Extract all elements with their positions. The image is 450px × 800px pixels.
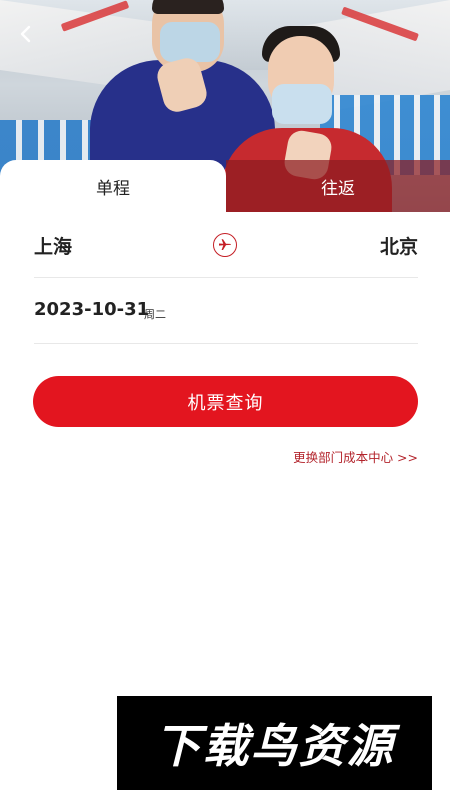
- search-flights-label: 机票查询: [187, 392, 264, 414]
- crew-member-1-mask: [160, 22, 220, 62]
- trip-type-tabs: 往返 单程: [0, 160, 450, 212]
- departure-date-field[interactable]: 2023-10-31 周二: [34, 277, 418, 344]
- back-button[interactable]: [12, 20, 40, 48]
- tab-one-way-label: 单程: [96, 178, 130, 199]
- crew-member-1-hair: [152, 0, 224, 14]
- change-cost-center-link[interactable]: 更换部门成本中心 >>: [293, 447, 418, 466]
- watermark-text: 下载鸟资源: [154, 719, 395, 773]
- departure-weekday: 周二: [144, 308, 166, 321]
- route-row: 上海 北京: [34, 212, 418, 278]
- tab-one-way[interactable]: 单程: [0, 160, 226, 212]
- departure-city[interactable]: 上海: [34, 232, 72, 259]
- plane-icon: [219, 239, 231, 250]
- arrival-city[interactable]: 北京: [380, 232, 418, 259]
- watermark-logo: 下载鸟资源: [117, 696, 432, 790]
- swap-cities-button[interactable]: [213, 233, 237, 257]
- crew-member-2-mask: [272, 84, 332, 124]
- tab-round-trip-label: 往返: [321, 178, 355, 199]
- search-flights-button[interactable]: 机票查询: [33, 376, 418, 427]
- chevron-left-icon: [20, 25, 31, 43]
- departure-date-value: 2023-10-31: [34, 299, 150, 320]
- tab-round-trip[interactable]: 往返: [226, 160, 450, 212]
